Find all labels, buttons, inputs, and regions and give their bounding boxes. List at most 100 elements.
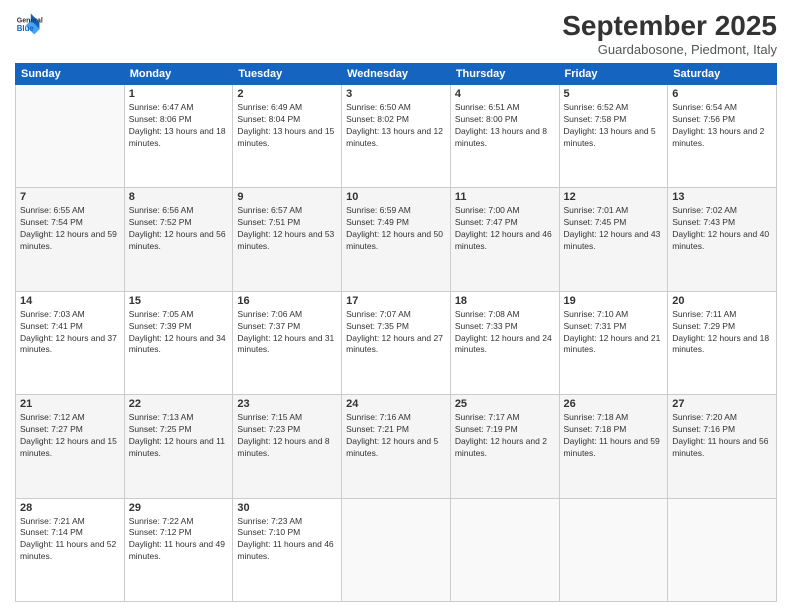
day-info: Sunrise: 7:06 AMSunset: 7:37 PMDaylight:… xyxy=(237,309,337,357)
title-block: September 2025 Guardabosone, Piedmont, I… xyxy=(562,10,777,57)
day-number: 30 xyxy=(237,502,337,514)
calendar-cell: 8 Sunrise: 6:56 AMSunset: 7:52 PMDayligh… xyxy=(124,188,233,291)
day-number: 12 xyxy=(564,191,664,203)
day-number: 26 xyxy=(564,398,664,410)
col-wednesday: Wednesday xyxy=(342,64,451,85)
day-number: 6 xyxy=(672,88,772,100)
logo: General Blue xyxy=(15,10,43,38)
day-number: 3 xyxy=(346,88,446,100)
day-info: Sunrise: 6:52 AMSunset: 7:58 PMDaylight:… xyxy=(564,102,664,150)
day-number: 19 xyxy=(564,295,664,307)
day-info: Sunrise: 7:16 AMSunset: 7:21 PMDaylight:… xyxy=(346,412,446,460)
calendar-cell: 3 Sunrise: 6:50 AMSunset: 8:02 PMDayligh… xyxy=(342,85,451,188)
calendar-cell: 4 Sunrise: 6:51 AMSunset: 8:00 PMDayligh… xyxy=(450,85,559,188)
day-number: 1 xyxy=(129,88,229,100)
col-saturday: Saturday xyxy=(668,64,777,85)
calendar-cell: 12 Sunrise: 7:01 AMSunset: 7:45 PMDaylig… xyxy=(559,188,668,291)
day-number: 20 xyxy=(672,295,772,307)
calendar-cell: 20 Sunrise: 7:11 AMSunset: 7:29 PMDaylig… xyxy=(668,291,777,394)
calendar-table: Sunday Monday Tuesday Wednesday Thursday… xyxy=(15,63,777,602)
day-number: 22 xyxy=(129,398,229,410)
day-info: Sunrise: 7:01 AMSunset: 7:45 PMDaylight:… xyxy=(564,205,664,253)
calendar-week-row: 28 Sunrise: 7:21 AMSunset: 7:14 PMDaylig… xyxy=(16,498,777,601)
day-info: Sunrise: 7:23 AMSunset: 7:10 PMDaylight:… xyxy=(237,516,337,564)
calendar-cell: 6 Sunrise: 6:54 AMSunset: 7:56 PMDayligh… xyxy=(668,85,777,188)
col-friday: Friday xyxy=(559,64,668,85)
day-info: Sunrise: 7:13 AMSunset: 7:25 PMDaylight:… xyxy=(129,412,229,460)
calendar-week-row: 21 Sunrise: 7:12 AMSunset: 7:27 PMDaylig… xyxy=(16,395,777,498)
day-info: Sunrise: 7:15 AMSunset: 7:23 PMDaylight:… xyxy=(237,412,337,460)
col-monday: Monday xyxy=(124,64,233,85)
calendar-cell xyxy=(450,498,559,601)
day-number: 24 xyxy=(346,398,446,410)
day-info: Sunrise: 7:03 AMSunset: 7:41 PMDaylight:… xyxy=(20,309,120,357)
calendar-cell: 22 Sunrise: 7:13 AMSunset: 7:25 PMDaylig… xyxy=(124,395,233,498)
day-number: 21 xyxy=(20,398,120,410)
calendar-cell: 11 Sunrise: 7:00 AMSunset: 7:47 PMDaylig… xyxy=(450,188,559,291)
calendar-cell: 24 Sunrise: 7:16 AMSunset: 7:21 PMDaylig… xyxy=(342,395,451,498)
day-info: Sunrise: 7:17 AMSunset: 7:19 PMDaylight:… xyxy=(455,412,555,460)
day-info: Sunrise: 7:12 AMSunset: 7:27 PMDaylight:… xyxy=(20,412,120,460)
day-info: Sunrise: 7:11 AMSunset: 7:29 PMDaylight:… xyxy=(672,309,772,357)
day-info: Sunrise: 6:54 AMSunset: 7:56 PMDaylight:… xyxy=(672,102,772,150)
calendar-cell: 1 Sunrise: 6:47 AMSunset: 8:06 PMDayligh… xyxy=(124,85,233,188)
day-number: 14 xyxy=(20,295,120,307)
svg-text:Blue: Blue xyxy=(17,24,35,33)
calendar-cell: 2 Sunrise: 6:49 AMSunset: 8:04 PMDayligh… xyxy=(233,85,342,188)
calendar-cell: 23 Sunrise: 7:15 AMSunset: 7:23 PMDaylig… xyxy=(233,395,342,498)
month-title: September 2025 xyxy=(562,10,777,42)
day-number: 10 xyxy=(346,191,446,203)
calendar-cell: 10 Sunrise: 6:59 AMSunset: 7:49 PMDaylig… xyxy=(342,188,451,291)
day-info: Sunrise: 7:22 AMSunset: 7:12 PMDaylight:… xyxy=(129,516,229,564)
calendar-cell: 30 Sunrise: 7:23 AMSunset: 7:10 PMDaylig… xyxy=(233,498,342,601)
calendar-cell xyxy=(668,498,777,601)
calendar-cell: 13 Sunrise: 7:02 AMSunset: 7:43 PMDaylig… xyxy=(668,188,777,291)
calendar-cell xyxy=(559,498,668,601)
col-thursday: Thursday xyxy=(450,64,559,85)
col-sunday: Sunday xyxy=(16,64,125,85)
day-number: 18 xyxy=(455,295,555,307)
calendar-week-row: 1 Sunrise: 6:47 AMSunset: 8:06 PMDayligh… xyxy=(16,85,777,188)
day-info: Sunrise: 7:05 AMSunset: 7:39 PMDaylight:… xyxy=(129,309,229,357)
col-tuesday: Tuesday xyxy=(233,64,342,85)
calendar-week-row: 14 Sunrise: 7:03 AMSunset: 7:41 PMDaylig… xyxy=(16,291,777,394)
day-info: Sunrise: 7:10 AMSunset: 7:31 PMDaylight:… xyxy=(564,309,664,357)
calendar-cell: 27 Sunrise: 7:20 AMSunset: 7:16 PMDaylig… xyxy=(668,395,777,498)
calendar-cell: 16 Sunrise: 7:06 AMSunset: 7:37 PMDaylig… xyxy=(233,291,342,394)
day-number: 29 xyxy=(129,502,229,514)
calendar-cell: 7 Sunrise: 6:55 AMSunset: 7:54 PMDayligh… xyxy=(16,188,125,291)
day-number: 7 xyxy=(20,191,120,203)
day-number: 28 xyxy=(20,502,120,514)
day-number: 23 xyxy=(237,398,337,410)
header: General Blue September 2025 Guardabosone… xyxy=(15,10,777,57)
calendar-cell xyxy=(342,498,451,601)
day-info: Sunrise: 6:59 AMSunset: 7:49 PMDaylight:… xyxy=(346,205,446,253)
calendar-cell: 19 Sunrise: 7:10 AMSunset: 7:31 PMDaylig… xyxy=(559,291,668,394)
day-info: Sunrise: 7:21 AMSunset: 7:14 PMDaylight:… xyxy=(20,516,120,564)
day-info: Sunrise: 6:47 AMSunset: 8:06 PMDaylight:… xyxy=(129,102,229,150)
calendar-cell: 29 Sunrise: 7:22 AMSunset: 7:12 PMDaylig… xyxy=(124,498,233,601)
day-number: 4 xyxy=(455,88,555,100)
day-info: Sunrise: 7:18 AMSunset: 7:18 PMDaylight:… xyxy=(564,412,664,460)
calendar-cell: 18 Sunrise: 7:08 AMSunset: 7:33 PMDaylig… xyxy=(450,291,559,394)
day-info: Sunrise: 7:07 AMSunset: 7:35 PMDaylight:… xyxy=(346,309,446,357)
day-number: 25 xyxy=(455,398,555,410)
day-info: Sunrise: 7:02 AMSunset: 7:43 PMDaylight:… xyxy=(672,205,772,253)
day-info: Sunrise: 6:50 AMSunset: 8:02 PMDaylight:… xyxy=(346,102,446,150)
day-info: Sunrise: 7:20 AMSunset: 7:16 PMDaylight:… xyxy=(672,412,772,460)
day-number: 9 xyxy=(237,191,337,203)
day-number: 17 xyxy=(346,295,446,307)
calendar-cell: 14 Sunrise: 7:03 AMSunset: 7:41 PMDaylig… xyxy=(16,291,125,394)
day-info: Sunrise: 7:08 AMSunset: 7:33 PMDaylight:… xyxy=(455,309,555,357)
day-number: 27 xyxy=(672,398,772,410)
day-number: 11 xyxy=(455,191,555,203)
header-row: Sunday Monday Tuesday Wednesday Thursday… xyxy=(16,64,777,85)
day-number: 13 xyxy=(672,191,772,203)
day-number: 8 xyxy=(129,191,229,203)
day-info: Sunrise: 6:49 AMSunset: 8:04 PMDaylight:… xyxy=(237,102,337,150)
calendar-cell xyxy=(16,85,125,188)
calendar-cell: 26 Sunrise: 7:18 AMSunset: 7:18 PMDaylig… xyxy=(559,395,668,498)
day-number: 16 xyxy=(237,295,337,307)
day-info: Sunrise: 6:55 AMSunset: 7:54 PMDaylight:… xyxy=(20,205,120,253)
day-number: 2 xyxy=(237,88,337,100)
